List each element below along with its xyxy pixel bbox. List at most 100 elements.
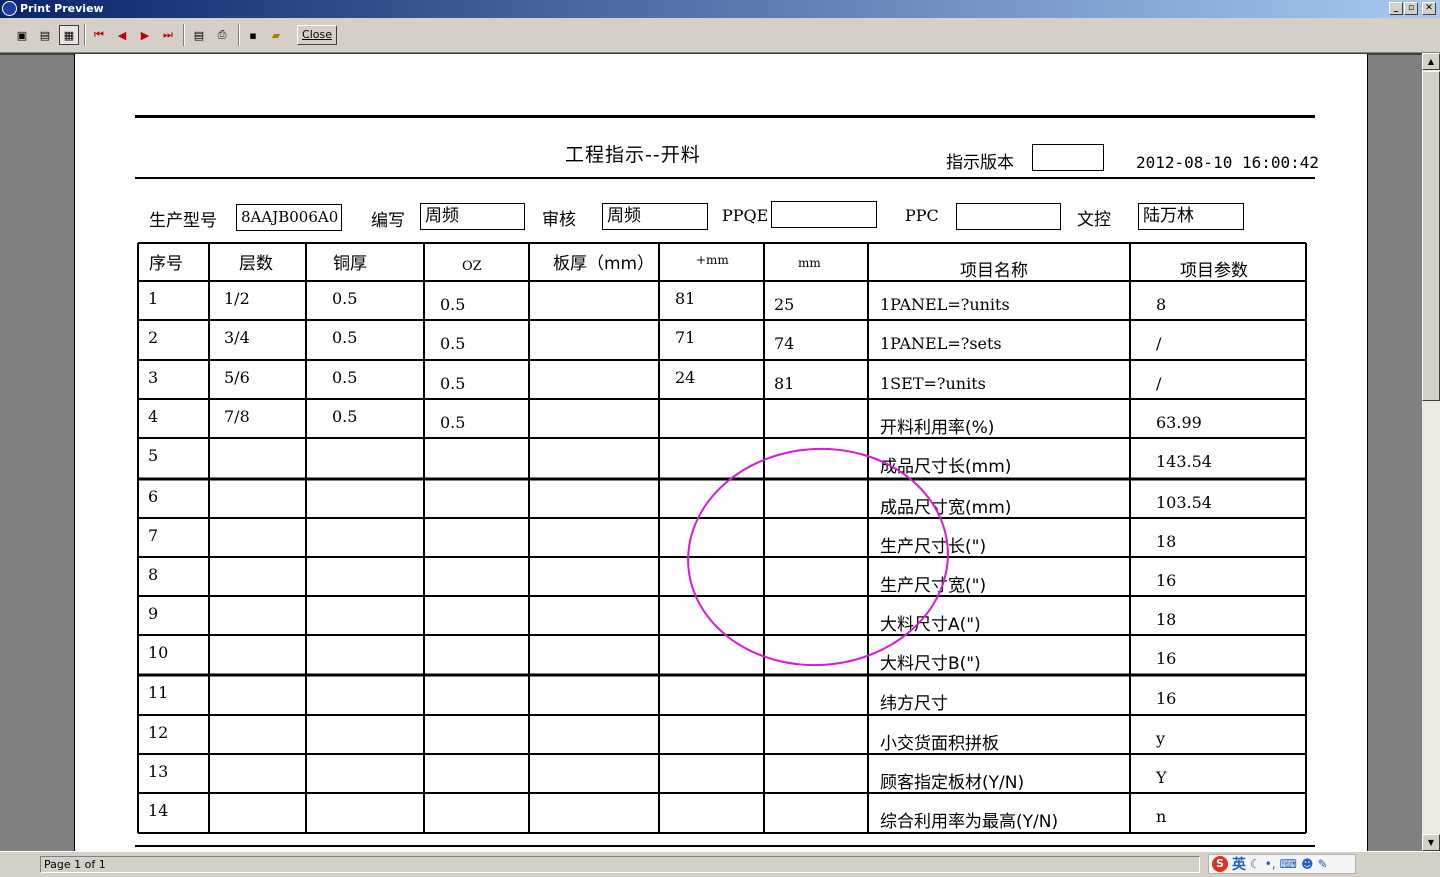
cell-index: 6	[148, 487, 159, 506]
multi-page-icon[interactable]: ▦	[59, 25, 79, 45]
model-field: 8AAJB006A0	[236, 204, 342, 231]
cell-item-name: 纬方尺寸	[880, 694, 948, 714]
cell-index: 9	[148, 604, 159, 623]
header-plus-mm: +mm	[696, 253, 729, 267]
cell-index: 10	[148, 643, 169, 662]
header-layers: 层数	[239, 254, 273, 274]
cell-index: 7	[148, 526, 159, 545]
cell-item-param: y	[1156, 729, 1166, 748]
toolbar-separator	[84, 24, 86, 46]
user-icon[interactable]: ☻	[1301, 857, 1314, 871]
page-indicator: Page 1 of 1	[40, 856, 1200, 873]
maximize-button[interactable]: ▫	[1404, 2, 1418, 15]
cell-item-name: 综合利用率为最高(Y/N)	[880, 812, 1059, 832]
cell-item-param: 103.54	[1156, 493, 1212, 512]
version-field	[1032, 144, 1104, 171]
cell-index: 13	[148, 762, 169, 781]
scroll-up-button[interactable]: ▲	[1422, 53, 1440, 70]
cell-index: 2	[148, 328, 159, 347]
app-icon	[2, 1, 17, 16]
two-page-icon[interactable]: ▤	[35, 25, 55, 45]
ppqe-field	[771, 201, 877, 228]
print-icon[interactable]: ⎙	[212, 25, 232, 45]
scroll-thumb[interactable]	[1422, 71, 1440, 401]
cell-index: 1	[148, 289, 159, 308]
cell-plus-mm: 81	[675, 289, 696, 308]
cutting-table: 序号 层数 铜厚 OZ 板厚（mm） +mm mm 项目名称 项目参数 1 1/2…	[137, 242, 1307, 834]
header-oz: OZ	[462, 259, 482, 274]
cell-item-param: n	[1156, 807, 1167, 826]
review-label: 审核	[542, 210, 576, 230]
report-title: 工程指示--开料	[565, 144, 701, 166]
vertical-scrollbar[interactable]: ▲ ▼	[1422, 53, 1440, 851]
editor-label: 编写	[371, 211, 405, 231]
cell-item-name: 1PANEL=?sets	[880, 334, 1002, 353]
cell-item-name: 大料尺寸B(")	[880, 654, 981, 674]
cell-index: 4	[148, 407, 159, 426]
cell-item-param: /	[1156, 334, 1162, 353]
ppc-label: PPC	[905, 206, 939, 225]
version-label: 指示版本	[946, 153, 1014, 173]
cell-index: 11	[148, 683, 169, 702]
cell-oz: 0.5	[440, 334, 466, 353]
cell-item-param: Y	[1156, 768, 1167, 787]
save-icon[interactable]: ▪	[243, 25, 263, 45]
cell-index: 12	[148, 723, 169, 742]
cell-plus-mm: 71	[675, 328, 696, 347]
next-page-icon[interactable]: ▶	[135, 25, 155, 45]
toolbar-separator	[238, 24, 240, 46]
editor-field: 周频	[420, 203, 525, 230]
report-datetime: 2012-08-10 16:00:42	[1136, 153, 1320, 172]
cell-copper: 0.5	[332, 328, 358, 347]
cell-mm: 74	[774, 334, 795, 353]
cell-item-name: 1PANEL=?units	[880, 295, 1010, 314]
ppc-field	[956, 203, 1061, 230]
title-bar: Print Preview _ ▫ ✕	[0, 0, 1440, 18]
cell-index: 8	[148, 565, 159, 584]
ime-toolbar[interactable]: S 英 ☾ •, ⌨ ☻ ✎	[1208, 854, 1356, 874]
ppqe-label: PPQE	[722, 206, 769, 225]
cell-item-param: 63.99	[1156, 413, 1202, 432]
keyboard-icon[interactable]: ⌨	[1280, 857, 1297, 871]
open-icon[interactable]: ▰	[266, 25, 286, 45]
doc-control-field: 陆万林	[1138, 203, 1244, 230]
cell-item-param: 8	[1156, 295, 1167, 314]
header-thickness: 板厚（mm）	[553, 254, 655, 274]
cell-item-name: 开料利用率(%)	[880, 418, 995, 438]
header-mm: mm	[798, 256, 821, 270]
review-field: 周频	[602, 203, 708, 230]
model-label: 生产型号	[149, 211, 217, 231]
moon-icon[interactable]: ☾	[1250, 857, 1261, 871]
header-copper: 铜厚	[333, 254, 367, 274]
scroll-down-button[interactable]: ▼	[1422, 834, 1440, 851]
status-bar: Page 1 of 1 S 英 ☾ •, ⌨ ☻ ✎	[0, 851, 1440, 877]
one-page-icon[interactable]: ▣	[12, 25, 32, 45]
cell-layers: 3/4	[224, 328, 250, 347]
cell-layers: 7/8	[224, 407, 250, 426]
prev-page-icon[interactable]: ◀	[112, 25, 132, 45]
punctuation-icon[interactable]: •,	[1265, 857, 1276, 871]
print-setup-icon[interactable]: ▤	[189, 25, 209, 45]
cell-oz: 0.5	[440, 295, 466, 314]
cell-layers: 1/2	[224, 289, 250, 308]
last-page-icon[interactable]: ⏭	[158, 25, 178, 45]
wrench-icon[interactable]: ✎	[1318, 857, 1328, 871]
sogou-icon[interactable]: S	[1212, 856, 1228, 872]
cell-item-param: 16	[1156, 689, 1177, 708]
close-button[interactable]: Close	[297, 25, 337, 45]
ime-language[interactable]: 英	[1232, 854, 1246, 874]
cell-item-param: 16	[1156, 571, 1177, 590]
cell-plus-mm: 24	[675, 368, 696, 387]
cell-layers: 5/6	[224, 368, 250, 387]
bottom-rule	[135, 845, 1315, 847]
cell-item-param: 18	[1156, 532, 1177, 551]
cell-index: 14	[148, 801, 169, 820]
header-item-param: 项目参数	[1180, 261, 1248, 281]
first-page-icon[interactable]: ⏮	[89, 25, 109, 45]
cell-oz: 0.5	[440, 413, 466, 432]
minimize-button[interactable]: _	[1389, 2, 1403, 15]
cell-item-name: 顾客指定板材(Y/N)	[880, 773, 1025, 793]
close-window-button[interactable]: ✕	[1422, 2, 1436, 15]
cell-item-name: 小交货面积拼板	[880, 734, 999, 754]
cell-item-param: 16	[1156, 649, 1177, 668]
